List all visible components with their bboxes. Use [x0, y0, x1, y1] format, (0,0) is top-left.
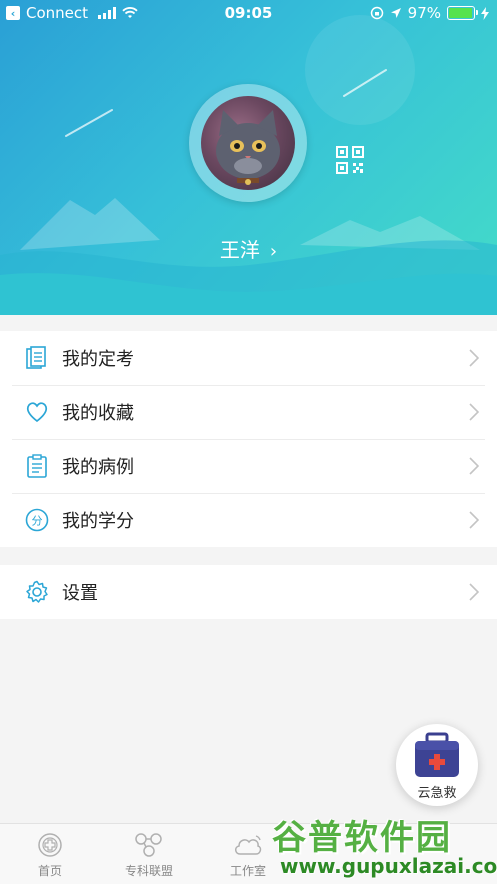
tab-home-label: 首页	[37, 864, 62, 878]
profile-name: 王洋	[219, 238, 260, 262]
status-bar: ‹ Connect 09:05 97%	[0, 0, 497, 26]
menu-item-exams[interactable]: 我的定考	[0, 331, 497, 385]
watermark-title: 谷普软件园	[272, 818, 452, 858]
profile-menu: 我的定考 我的收藏 我的病例 分 我的学分	[0, 331, 497, 547]
first-aid-button[interactable]: 云急救	[396, 724, 478, 806]
profile-header: ‹ Connect 09:05 97% 王洋 ›	[0, 0, 497, 315]
tab-home[interactable]: 首页	[10, 832, 90, 879]
rotation-lock-icon	[370, 6, 383, 20]
avatar-ring[interactable]	[189, 84, 307, 202]
credit-icon: 分	[25, 508, 49, 532]
menu-item-cases[interactable]: 我的病例	[0, 439, 497, 493]
home-cross-icon	[38, 833, 62, 857]
charging-icon	[481, 6, 489, 20]
document-icon	[26, 346, 46, 369]
settings-label: 设置	[62, 583, 98, 604]
first-aid-kit-icon	[415, 732, 459, 777]
menu-item-label: 我的学分	[62, 511, 134, 532]
menu-item-favorites[interactable]: 我的收藏	[0, 385, 497, 439]
menu-item-label: 我的定考	[62, 349, 134, 370]
menu-item-label: 我的收藏	[62, 403, 134, 424]
menu-item-label: 我的病例	[62, 457, 134, 478]
network-icon	[135, 833, 162, 857]
battery-percent: 97%	[407, 4, 441, 22]
svg-text:分: 分	[32, 515, 43, 528]
avatar[interactable]	[201, 96, 295, 190]
heart-icon	[26, 402, 48, 423]
chevron-right-icon	[469, 349, 479, 367]
chevron-right-icon	[469, 583, 479, 601]
tab-alliance[interactable]: 专科联盟	[109, 832, 189, 879]
watermark: 谷普软件园 www.gupuxlazai.com	[272, 810, 497, 883]
chevron-right-icon	[469, 511, 479, 529]
menu-item-settings[interactable]: 设置	[0, 565, 497, 619]
chevron-right-icon	[469, 403, 479, 421]
chevron-right-icon: ›	[269, 241, 278, 262]
profile-name-row[interactable]: 王洋 ›	[0, 234, 497, 263]
cloud-icon	[235, 835, 262, 855]
tab-studio-label: 工作室	[229, 864, 266, 878]
tab-alliance-label: 专科联盟	[124, 864, 173, 878]
gear-icon	[26, 580, 48, 603]
first-aid-label: 云急救	[417, 786, 457, 801]
cat-avatar-image	[216, 110, 280, 185]
clipboard-icon	[27, 454, 47, 478]
watermark-url: www.gupuxlazai.com	[280, 854, 497, 878]
qr-code-icon[interactable]	[336, 146, 364, 174]
menu-item-credits[interactable]: 分 我的学分	[0, 493, 497, 547]
battery-icon	[447, 6, 478, 20]
location-icon	[390, 8, 401, 18]
chevron-right-icon	[469, 457, 479, 475]
